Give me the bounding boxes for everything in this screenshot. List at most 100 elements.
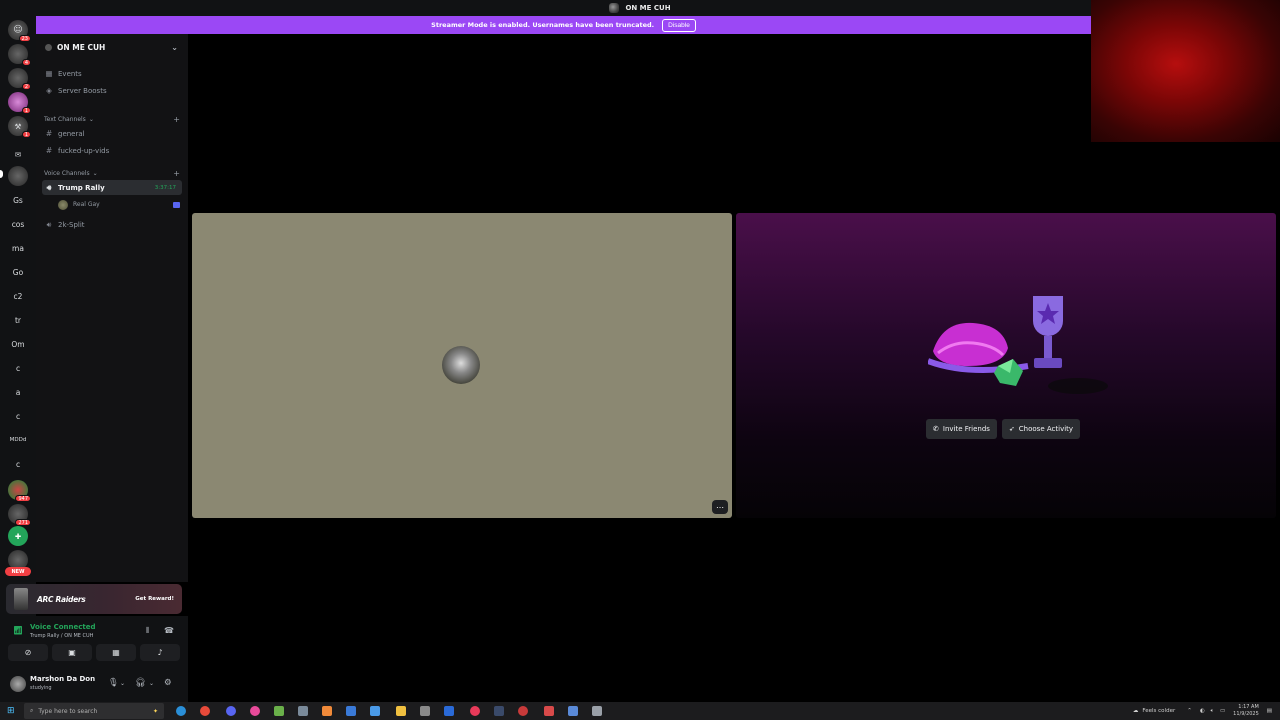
app-icon[interactable] bbox=[568, 706, 578, 716]
server-icon-5[interactable]: ✉ bbox=[8, 144, 28, 164]
server-go[interactable]: Go bbox=[8, 262, 28, 282]
voice-location[interactable]: Trump Rally / ON ME CUH bbox=[30, 633, 93, 639]
noise-suppression-icon[interactable]: ⦀ bbox=[146, 626, 150, 636]
pickaxe-icon: ⚒ bbox=[14, 121, 22, 131]
notifications-icon[interactable]: ▤ bbox=[1267, 708, 1272, 714]
add-channel-icon[interactable]: + bbox=[173, 169, 180, 178]
channel-fucked-up-vids[interactable]: # fucked-up-vids bbox=[42, 143, 182, 158]
server-icon-3[interactable]: 1 bbox=[8, 92, 31, 114]
server-icon-active[interactable] bbox=[8, 166, 28, 186]
app-icon[interactable] bbox=[274, 706, 284, 716]
category-label: Voice Channels bbox=[44, 169, 90, 177]
more-options-icon[interactable]: ⋯ bbox=[712, 500, 728, 514]
server-a[interactable]: a bbox=[8, 382, 28, 402]
server-header[interactable]: ON ME CUH ⌄ bbox=[36, 38, 188, 56]
server-icon-6[interactable]: 947 bbox=[8, 480, 31, 502]
server-icon-1[interactable]: 4 bbox=[8, 44, 31, 66]
app-icon[interactable] bbox=[250, 706, 260, 716]
server-c-2[interactable]: c bbox=[8, 406, 28, 426]
chevron-down-icon[interactable]: ⌄ bbox=[120, 680, 125, 687]
text-channels-category[interactable]: Text Channels ⌄ + bbox=[44, 113, 182, 125]
weather-icon[interactable]: ☁ bbox=[1133, 708, 1139, 714]
system-tray: ☁ Feels colder ⌃ ◐ 🔈︎ ▭ 1:17 AM 11/9/202… bbox=[1133, 702, 1280, 720]
app-icon[interactable] bbox=[592, 706, 602, 716]
server-c[interactable]: c bbox=[8, 358, 28, 378]
server-ma[interactable]: ma bbox=[8, 238, 28, 258]
weather-text[interactable]: Feels colder bbox=[1142, 708, 1175, 714]
unread-badge: 23 bbox=[18, 35, 31, 42]
server-mddd[interactable]: MDDd bbox=[8, 430, 28, 450]
channel-label: general bbox=[58, 129, 85, 138]
server-c-3[interactable]: c bbox=[8, 454, 28, 474]
disconnect-icon[interactable]: ☎ bbox=[164, 626, 174, 635]
edge-icon[interactable] bbox=[176, 706, 186, 716]
clock-time: 1:17 AM bbox=[1238, 704, 1259, 710]
voice-channel-2k-split[interactable]: 🔊︎ 2k-Split bbox=[42, 217, 182, 232]
app-icon[interactable] bbox=[518, 706, 528, 716]
voice-actions: ⊘ ▣ ▦ ♪ bbox=[8, 644, 180, 662]
server-gs[interactable]: Gs bbox=[8, 190, 28, 210]
events-link[interactable]: ▦ Events bbox=[42, 66, 182, 81]
volume-icon[interactable]: 🔈︎ bbox=[1211, 708, 1214, 715]
windows-start-icon[interactable]: ⊞ bbox=[7, 706, 15, 716]
server-om[interactable]: Om bbox=[8, 334, 28, 354]
unread-badge: 4 bbox=[21, 59, 31, 66]
voice-channels-category[interactable]: Voice Channels ⌄ + bbox=[44, 167, 182, 179]
server-icon-4[interactable]: ⚒ 1 bbox=[8, 116, 31, 138]
chrome-icon[interactable] bbox=[200, 706, 210, 716]
voice-channel-trump-rally[interactable]: 🔊︎ Trump Rally 3:37:17 bbox=[42, 180, 182, 195]
app-icon[interactable] bbox=[544, 706, 554, 716]
battery-icon[interactable]: ▭ bbox=[1220, 708, 1225, 714]
screen-share-icon[interactable]: ▣ bbox=[52, 644, 92, 661]
file-explorer-icon[interactable] bbox=[396, 706, 406, 716]
add-server-button[interactable]: ✚ bbox=[8, 526, 28, 546]
network-icon[interactable]: ◐ bbox=[1200, 708, 1205, 714]
app-icon[interactable] bbox=[470, 706, 480, 716]
taskbar-search[interactable]: ⌕ Type here to search ✦ bbox=[24, 703, 164, 719]
steam-icon[interactable] bbox=[494, 706, 504, 716]
app-icon[interactable] bbox=[444, 706, 454, 716]
chevron-up-icon[interactable]: ⌃ bbox=[1187, 708, 1192, 714]
server-boosts-link[interactable]: ◈ Server Boosts bbox=[42, 83, 182, 98]
channel-sidebar: ON ME CUH ⌄ ▦ Events ◈ Server Boosts Tex… bbox=[36, 34, 188, 582]
add-channel-icon[interactable]: + bbox=[173, 115, 180, 124]
microphone-icon[interactable]: 🎙︎ bbox=[108, 678, 119, 688]
server-cos[interactable]: cos bbox=[8, 214, 28, 234]
voice-member[interactable]: Real Gay bbox=[58, 198, 182, 211]
invite-friends-button[interactable]: ✆ Invite Friends bbox=[926, 419, 997, 439]
server-tr[interactable]: tr bbox=[8, 310, 28, 330]
server-icon-2[interactable]: 2 bbox=[8, 68, 31, 90]
headphones-icon[interactable]: 🎧︎ bbox=[135, 678, 146, 688]
channel-label: 2k-Split bbox=[58, 220, 85, 229]
server-icon-7[interactable]: 271 bbox=[8, 504, 31, 526]
soundboard-icon[interactable]: ♪ bbox=[140, 644, 180, 661]
activities-icon[interactable]: ▦ bbox=[96, 644, 136, 661]
settings-icon[interactable] bbox=[420, 706, 430, 716]
choose-activity-button[interactable]: ➶ Choose Activity bbox=[1001, 419, 1081, 439]
signal-icon[interactable]: 📶︎ bbox=[13, 626, 23, 635]
camera-preview[interactable] bbox=[1091, 0, 1280, 142]
voice-connected-label[interactable]: Voice Connected bbox=[30, 623, 96, 631]
activity-actions: ✆ Invite Friends ➶ Choose Activity bbox=[926, 419, 1081, 439]
channel-general[interactable]: # general bbox=[42, 126, 182, 141]
reward-promo[interactable]: ARC Raiders Get Reward! bbox=[6, 584, 182, 614]
discord-taskbar-icon[interactable] bbox=[226, 706, 236, 716]
user-status: studying bbox=[30, 685, 52, 691]
participant-tile[interactable]: ⋯ bbox=[192, 213, 732, 518]
get-reward-button[interactable]: Get Reward! bbox=[135, 596, 174, 602]
app-icon[interactable] bbox=[298, 706, 308, 716]
disable-streamer-mode-button[interactable]: Disable bbox=[662, 18, 696, 32]
app-icon[interactable] bbox=[322, 706, 332, 716]
gear-icon[interactable]: ⚙ bbox=[164, 678, 172, 688]
direct-messages-button[interactable]: ☺ 23 bbox=[8, 20, 31, 42]
discord-app: ON ME CUH Streamer Mode is enabled. User… bbox=[0, 0, 1280, 702]
chevron-down-icon[interactable]: ⌄ bbox=[149, 680, 154, 687]
username[interactable]: Marshon Da Don bbox=[30, 675, 95, 683]
avatar[interactable] bbox=[10, 676, 26, 692]
app-icon[interactable] bbox=[346, 706, 356, 716]
app-icon[interactable] bbox=[370, 706, 380, 716]
screen-share-icon bbox=[173, 201, 180, 208]
clock[interactable]: 1:17 AM 11/9/2025 bbox=[1233, 704, 1259, 718]
server-c2[interactable]: c2 bbox=[8, 286, 28, 306]
camera-toggle-icon[interactable]: ⊘ bbox=[8, 644, 48, 661]
